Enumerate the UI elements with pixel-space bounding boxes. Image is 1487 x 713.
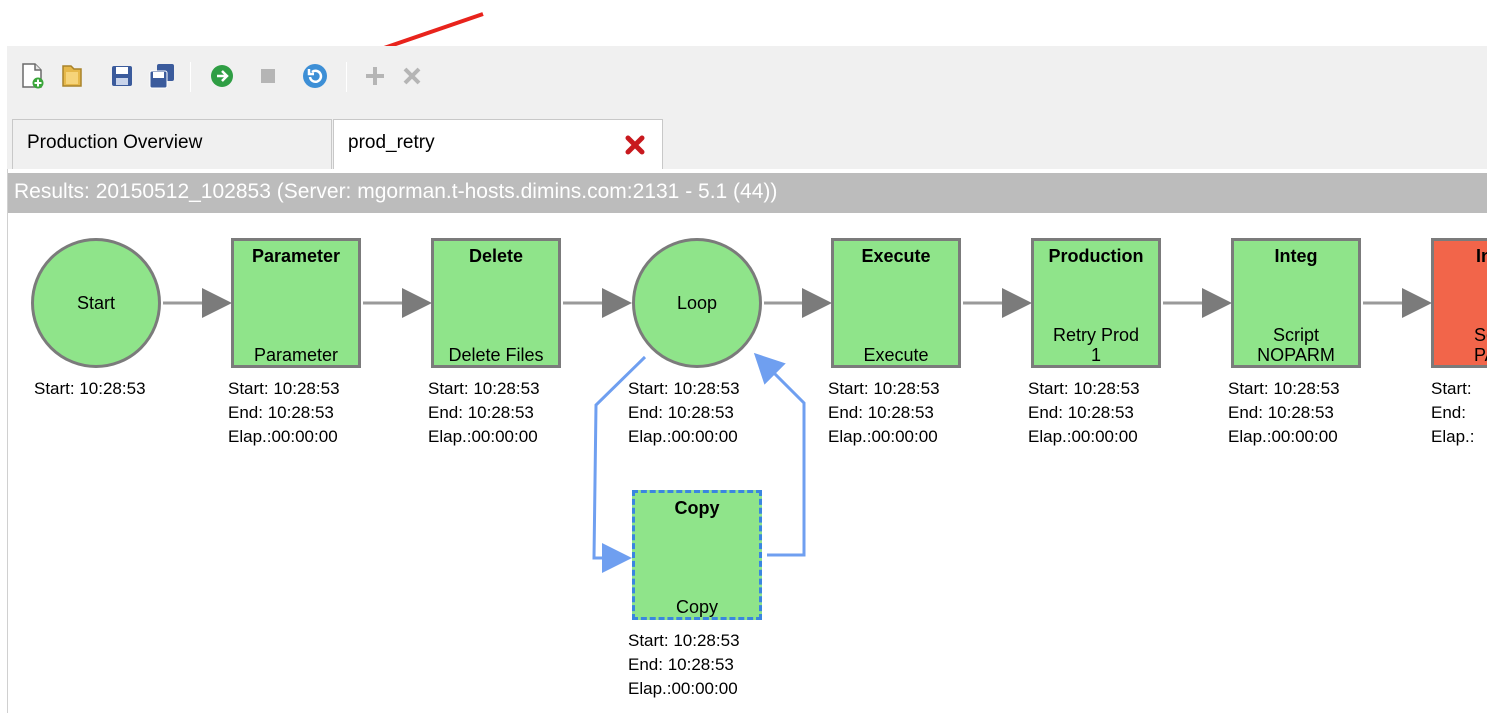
start-time: Start:	[1431, 379, 1472, 398]
node-failed[interactable]: In Sc PA	[1431, 238, 1487, 368]
node-subtitle-line: NOPARM	[1257, 345, 1335, 365]
node-copy-stats: Start: 10:28:53 End: 10:28:53 Elap.:00:0…	[628, 629, 740, 701]
node-subtitle: Execute	[863, 345, 929, 365]
elapsed-time: Elap.:00:00:00	[1228, 427, 1338, 446]
node-subtitle: Parameter	[253, 345, 339, 365]
node-layer: Start Start: 10:28:53 Parameter Paramete…	[8, 169, 1487, 713]
node-subtitle: Sc PA	[1474, 325, 1487, 365]
node-subtitle-line: Retry Prod	[1052, 325, 1140, 345]
node-integ-stats: Start: 10:28:53 End: 10:28:53 Elap.:00:0…	[1228, 377, 1340, 449]
end-time: End: 10:28:53	[1228, 403, 1334, 422]
close-tab-icon[interactable]	[624, 134, 646, 162]
node-label: Loop	[676, 292, 718, 313]
tab-label: prod_retry	[348, 132, 435, 153]
node-execute[interactable]: Execute Execute	[831, 238, 961, 368]
node-failed-stats: Start: End: Elap.:	[1431, 377, 1474, 449]
node-subtitle-line: Script	[1272, 325, 1319, 345]
start-time: Start: 10:28:53	[1228, 379, 1340, 398]
new-icon[interactable]	[19, 63, 45, 89]
node-start-stats: Start: 10:28:53	[34, 377, 146, 401]
node-title: Production	[1048, 246, 1144, 266]
elapsed-time: Elap.:00:00:00	[828, 427, 938, 446]
node-subtitle: Script NOPARM	[1234, 325, 1358, 365]
stop-icon[interactable]	[255, 63, 281, 89]
retry-icon[interactable]	[302, 63, 328, 89]
node-subtitle: Delete Files	[448, 345, 544, 365]
node-delete[interactable]: Delete Delete Files	[431, 238, 561, 368]
start-time: Start: 10:28:53	[1028, 379, 1140, 398]
node-parameter[interactable]: Parameter Parameter	[231, 238, 361, 368]
node-label: Start	[76, 292, 115, 313]
save-icon[interactable]	[109, 63, 135, 89]
delete-icon[interactable]	[399, 63, 425, 89]
save-all-icon[interactable]	[149, 63, 175, 89]
tab-label: Production Overview	[27, 132, 203, 153]
elapsed-time: Elap.:00:00:00	[628, 427, 738, 446]
node-loop-stats: Start: 10:28:53 End: 10:28:53 Elap.:00:0…	[628, 377, 740, 449]
toolbar-separator	[346, 62, 347, 92]
end-time: End:	[1431, 403, 1466, 422]
elapsed-time: Elap.:00:00:00	[628, 679, 738, 698]
node-execute-stats: Start: 10:28:53 End: 10:28:53 Elap.:00:0…	[828, 377, 940, 449]
node-subtitle-line: Sc	[1474, 325, 1487, 345]
toolbar-separator	[190, 62, 191, 92]
elapsed-time: Elap.:00:00:00	[228, 427, 338, 446]
workflow-canvas: Results: 20150512_102853 (Server: mgorma…	[7, 169, 1487, 713]
node-title: In	[1476, 246, 1487, 266]
end-time: End: 10:28:53	[1028, 403, 1134, 422]
node-loop[interactable]: Loop	[632, 238, 762, 368]
node-production-stats: Start: 10:28:53 End: 10:28:53 Elap.:00:0…	[1028, 377, 1140, 449]
toolbar	[7, 46, 1487, 108]
node-title: Delete	[468, 246, 524, 266]
open-icon[interactable]	[59, 63, 85, 89]
node-title: Parameter	[251, 246, 341, 266]
node-integ[interactable]: Integ Script NOPARM	[1231, 238, 1361, 368]
elapsed-time: Elap.:	[1431, 427, 1475, 446]
run-icon[interactable]	[209, 63, 235, 89]
node-subtitle: Retry Prod 1	[1034, 325, 1158, 365]
end-time: End: 10:28:53	[628, 655, 734, 674]
end-time: End: 10:28:53	[628, 403, 734, 422]
elapsed-time: Elap.:00:00:00	[1028, 427, 1138, 446]
tab-prod-retry[interactable]: prod_retry	[333, 119, 663, 169]
add-icon[interactable]	[362, 63, 388, 89]
start-time: Start: 10:28:53	[828, 379, 940, 398]
node-title: Integ	[1274, 246, 1318, 266]
tab-strip: Production Overview prod_retry	[7, 119, 1487, 169]
end-time: End: 10:28:53	[228, 403, 334, 422]
app-window: Production Overview prod_retry Results: …	[7, 46, 1487, 713]
start-time: Start: 10:28:53	[34, 379, 146, 398]
node-production[interactable]: Production Retry Prod 1	[1031, 238, 1161, 368]
node-subtitle: Copy	[675, 597, 719, 617]
screenshot-top-margin	[0, 0, 1487, 46]
start-time: Start: 10:28:53	[628, 379, 740, 398]
elapsed-time: Elap.:00:00:00	[428, 427, 538, 446]
node-copy[interactable]: Copy Copy	[632, 490, 762, 620]
node-subtitle-line: PA	[1474, 345, 1487, 365]
node-delete-stats: Start: 10:28:53 End: 10:28:53 Elap.:00:0…	[428, 377, 540, 449]
start-time: Start: 10:28:53	[228, 379, 340, 398]
end-time: End: 10:28:53	[428, 403, 534, 422]
start-time: Start: 10:28:53	[428, 379, 540, 398]
node-title: Execute	[861, 246, 931, 266]
end-time: End: 10:28:53	[828, 403, 934, 422]
start-time: Start: 10:28:53	[628, 631, 740, 650]
node-subtitle-line: 1	[1090, 345, 1101, 365]
tab-production-overview[interactable]: Production Overview	[12, 119, 332, 169]
node-start[interactable]: Start	[31, 238, 161, 368]
annotation-arrow	[383, 12, 484, 46]
node-title: Copy	[674, 498, 720, 518]
node-parameter-stats: Start: 10:28:53 End: 10:28:53 Elap.:00:0…	[228, 377, 340, 449]
